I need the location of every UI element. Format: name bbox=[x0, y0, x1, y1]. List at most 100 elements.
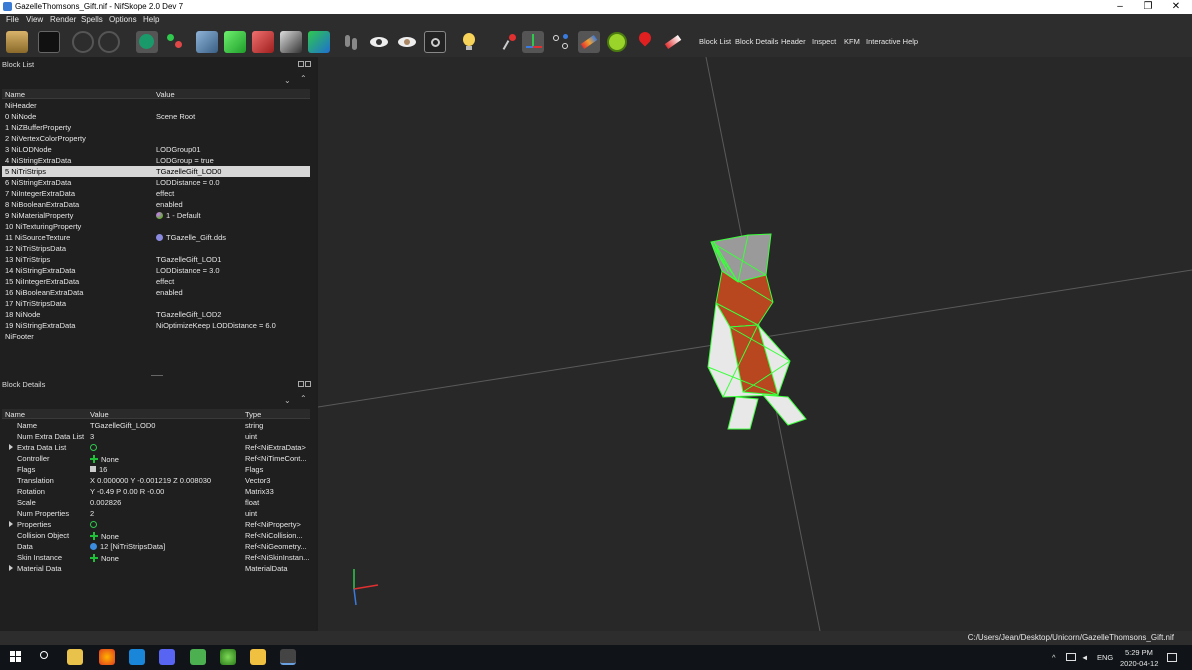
table-row[interactable]: Controller None Ref<NiTimeCont... bbox=[2, 453, 310, 464]
screenshot-icon[interactable] bbox=[424, 31, 446, 53]
column-type[interactable]: Type bbox=[245, 410, 261, 419]
splitter-handle[interactable] bbox=[151, 375, 163, 376]
chevron-up-icon[interactable]: ⌃ bbox=[300, 74, 307, 83]
list-item[interactable]: 2 NiVertexColorProperty bbox=[2, 133, 310, 144]
open-folder-icon[interactable] bbox=[6, 31, 28, 53]
lightbulb-icon[interactable] bbox=[458, 31, 480, 53]
list-item[interactable]: 8 NiBooleanExtraData enabled bbox=[2, 199, 310, 210]
select-vertex-icon[interactable] bbox=[164, 31, 186, 53]
table-row[interactable]: Num Properties 2 uint bbox=[2, 508, 310, 519]
list-item[interactable]: 1 NiZBufferProperty bbox=[2, 122, 310, 133]
walk-mode-icon[interactable] bbox=[340, 31, 362, 53]
list-item[interactable]: NiFooter bbox=[2, 331, 310, 342]
skype-icon[interactable] bbox=[129, 649, 145, 665]
eye-settings-icon[interactable] bbox=[396, 31, 418, 53]
toolbar-inspect[interactable]: Inspect bbox=[812, 37, 836, 46]
list-item[interactable]: 7 NiIntegerExtraData effect bbox=[2, 188, 310, 199]
tray-chevron-icon[interactable]: ^ bbox=[1052, 653, 1056, 662]
hide-marker-icon[interactable] bbox=[662, 31, 684, 53]
toolbar-header[interactable]: Header bbox=[781, 37, 806, 46]
select-object-icon[interactable] bbox=[136, 31, 158, 53]
redo-icon[interactable] bbox=[98, 31, 120, 53]
node-graph-icon[interactable] bbox=[550, 31, 572, 53]
minimize-button[interactable]: – bbox=[1106, 0, 1134, 14]
menu-spells[interactable]: Spells bbox=[81, 15, 103, 24]
clock-date[interactable]: 2020-04-12 bbox=[1120, 659, 1158, 668]
language-indicator[interactable]: ENG bbox=[1097, 653, 1113, 662]
expand-arrow-icon[interactable] bbox=[9, 565, 13, 571]
volume-icon[interactable]: ◄ bbox=[1081, 653, 1088, 662]
expand-arrow-icon[interactable] bbox=[9, 444, 13, 450]
table-row[interactable]: Translation X 0.000000 Y -0.001219 Z 0.00… bbox=[2, 475, 310, 486]
maximize-button[interactable]: ❐ bbox=[1134, 0, 1162, 14]
chevron-down-icon[interactable]: ⌄ bbox=[284, 396, 291, 405]
discord-icon[interactable] bbox=[159, 649, 175, 665]
close-button[interactable]: ✕ bbox=[1162, 0, 1190, 14]
list-item[interactable]: 3 NiLODNode LODGroup01 bbox=[2, 144, 310, 155]
table-row[interactable]: Properties Ref<NiProperty> bbox=[2, 519, 310, 530]
list-item[interactable]: 19 NiStringExtraData NiOptimizeKeep LODDi… bbox=[2, 320, 310, 331]
network-icon[interactable] bbox=[1066, 653, 1076, 661]
cube-green-icon[interactable] bbox=[224, 31, 246, 53]
table-row[interactable]: Rotation Y -0.49 P 0.00 R -0.00 Matrix33 bbox=[2, 486, 310, 497]
render-viewport[interactable] bbox=[318, 57, 1192, 631]
view-cube-icon[interactable] bbox=[308, 31, 330, 53]
list-item[interactable]: NiHeader bbox=[2, 100, 310, 111]
marker-icon[interactable] bbox=[634, 29, 656, 53]
task-view-icon[interactable] bbox=[67, 649, 83, 665]
list-item[interactable]: 4 NiStringExtraData LODGroup = true bbox=[2, 155, 310, 166]
clock-icon[interactable] bbox=[606, 31, 628, 53]
list-item[interactable]: 18 NiNode TGazelleGift_LOD2 bbox=[2, 309, 310, 320]
pin-red-icon[interactable] bbox=[498, 31, 520, 53]
eye-icon[interactable] bbox=[368, 31, 390, 53]
firefox-icon[interactable] bbox=[99, 649, 115, 665]
nifskope-taskbar-icon[interactable] bbox=[280, 649, 296, 665]
table-row[interactable]: Data 12 [NiTriStripsData] Ref<NiGeometry..… bbox=[2, 541, 310, 552]
list-item[interactable]: 6 NiStringExtraData LODDistance = 0.0 bbox=[2, 177, 310, 188]
start-icon[interactable] bbox=[8, 649, 24, 665]
toolbar-kfm[interactable]: KFM bbox=[844, 37, 860, 46]
table-row[interactable]: Flags 16 Flags bbox=[2, 464, 310, 475]
list-item-selected[interactable]: 5 NiTriStrips TGazelleGift_LOD0 bbox=[2, 166, 310, 177]
column-value[interactable]: Value bbox=[156, 90, 175, 99]
menu-view[interactable]: View bbox=[26, 15, 43, 24]
toolbar-interactive-help[interactable]: Interactive Help bbox=[866, 37, 918, 46]
menu-help[interactable]: Help bbox=[143, 15, 159, 24]
browser-icon[interactable] bbox=[220, 649, 236, 665]
view-user-icon[interactable] bbox=[280, 31, 302, 53]
list-item[interactable]: 9 NiMaterialProperty 1 - Default bbox=[2, 210, 310, 221]
table-row[interactable]: Scale 0.002826 float bbox=[2, 497, 310, 508]
menu-render[interactable]: Render bbox=[50, 15, 76, 24]
axes-icon[interactable] bbox=[522, 31, 544, 53]
block-list-dock-buttons[interactable] bbox=[298, 60, 314, 67]
list-item[interactable]: 10 NiTexturingProperty bbox=[2, 221, 310, 232]
cube-red-icon[interactable] bbox=[252, 31, 274, 53]
chevron-up-icon[interactable]: ⌃ bbox=[300, 394, 307, 403]
list-item[interactable]: 11 NiSourceTexture TGazelle_Gift.dds bbox=[2, 232, 310, 243]
minecraft-icon[interactable] bbox=[190, 649, 206, 665]
menu-file[interactable]: File bbox=[6, 15, 19, 24]
chevron-down-icon[interactable]: ⌄ bbox=[284, 76, 291, 85]
save-icon[interactable] bbox=[38, 31, 60, 53]
table-row[interactable]: Extra Data List Ref<NiExtraData> bbox=[2, 442, 310, 453]
list-item[interactable]: 16 NiBooleanExtraData enabled bbox=[2, 287, 310, 298]
column-name[interactable]: Name bbox=[5, 410, 25, 419]
menu-options[interactable]: Options bbox=[109, 15, 137, 24]
table-row[interactable]: Name TGazelleGift_LOD0 string bbox=[2, 420, 310, 431]
scene-canvas[interactable] bbox=[318, 57, 1192, 631]
notifications-icon[interactable] bbox=[1167, 653, 1177, 662]
list-item[interactable]: 15 NiIntegerExtraData effect bbox=[2, 276, 310, 287]
file-explorer-icon[interactable] bbox=[250, 649, 266, 665]
toolbar-block-details[interactable]: Block Details bbox=[735, 37, 778, 46]
undo-icon[interactable] bbox=[72, 31, 94, 53]
expand-arrow-icon[interactable] bbox=[9, 521, 13, 527]
search-icon[interactable] bbox=[37, 649, 53, 665]
clock-time[interactable]: 5:29 PM bbox=[1125, 648, 1153, 657]
cube-blue-icon[interactable] bbox=[196, 31, 218, 53]
toolbar-block-list[interactable]: Block List bbox=[699, 37, 731, 46]
list-item[interactable]: 12 NiTriStripsData bbox=[2, 243, 310, 254]
list-item[interactable]: 0 NiNode Scene Root bbox=[2, 111, 310, 122]
column-name[interactable]: Name bbox=[5, 90, 25, 99]
list-item[interactable]: 13 NiTriStrips TGazelleGift_LOD1 bbox=[2, 254, 310, 265]
column-value[interactable]: Value bbox=[90, 410, 109, 419]
